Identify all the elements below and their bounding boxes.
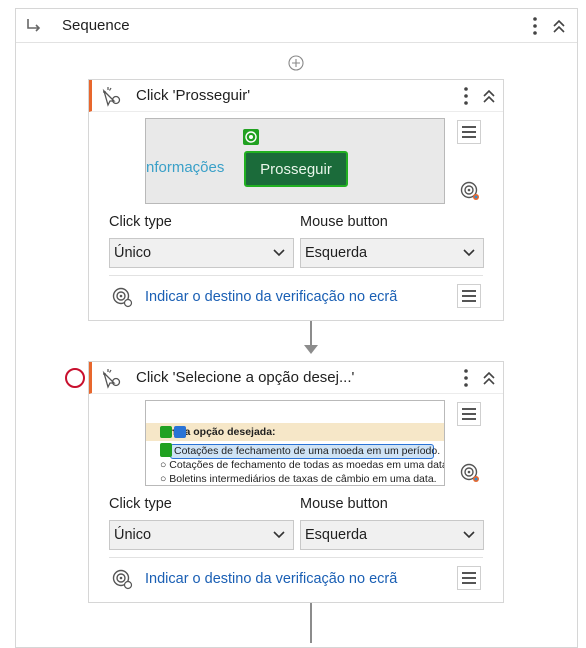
collapse-icon[interactable] (481, 87, 497, 105)
chevron-down-icon (273, 531, 285, 539)
click-type-label: Click type (109, 496, 172, 512)
indicate-target-icon[interactable] (111, 568, 133, 590)
target-badge-icon (243, 129, 259, 145)
connector-line (310, 603, 312, 643)
target-icon[interactable] (459, 462, 481, 484)
divider (109, 557, 483, 558)
activity-click-prosseguir[interactable]: Click 'Prosseguir' nformações Prosseguir… (88, 79, 504, 321)
indicate-target-link[interactable]: Indicar o destino da verificação no ecrã (145, 571, 397, 587)
target-screenshot-preview[interactable]: nformações Prosseguir (145, 118, 445, 204)
click-activity-icon (102, 86, 121, 107)
indicate-target-icon[interactable] (111, 286, 133, 308)
sequence-title: Sequence (62, 17, 130, 34)
target-screenshot-preview[interactable]: ione a opção desejada: Cotações de fecha… (145, 400, 445, 486)
connector-line (310, 321, 312, 347)
activity-title: Click 'Prosseguir' (136, 87, 251, 104)
preview-label-text: nformações (146, 159, 225, 176)
kebab-icon[interactable] (461, 367, 471, 389)
preview-heading: ione a opção desejada: (146, 423, 444, 441)
mouse-button-label: Mouse button (300, 496, 388, 512)
mouse-button-select[interactable]: Esquerda (300, 520, 484, 550)
preview-prosseguir-button: Prosseguir (244, 151, 348, 187)
divider (109, 275, 483, 276)
click-activity-icon (102, 368, 121, 389)
kebab-icon[interactable] (529, 15, 541, 37)
sequence-header: Sequence (16, 9, 577, 43)
click-type-select[interactable]: Único (109, 520, 294, 550)
activity-header: Click 'Selecione a opção desej...' (89, 362, 503, 394)
target-badge-icon (160, 443, 172, 457)
preview-option: ○ Boletins intermediários de taxas de câ… (160, 473, 437, 485)
mouse-button-value: Esquerda (305, 527, 368, 543)
add-icon[interactable] (288, 55, 304, 71)
chevron-down-icon (463, 531, 475, 539)
chevron-down-icon (273, 249, 285, 257)
collapse-icon[interactable] (481, 369, 497, 387)
chevron-down-icon (463, 249, 475, 257)
collapse-icon[interactable] (551, 17, 567, 35)
target-icon[interactable] (459, 180, 481, 202)
hamburger-icon[interactable] (457, 566, 481, 590)
click-type-value: Único (114, 245, 152, 261)
activity-click-selecione[interactable]: Click 'Selecione a opção desej...' ione … (88, 361, 504, 603)
hamburger-icon[interactable] (457, 120, 481, 144)
sequence-arrow-icon (27, 18, 41, 32)
kebab-icon[interactable] (461, 85, 471, 107)
activity-header: Click 'Prosseguir' (89, 80, 503, 112)
click-type-value: Único (114, 527, 152, 543)
sequence-container: Sequence Click 'Prosseguir' nformações P… (15, 8, 578, 648)
preview-option: Cotações de fechamento de uma moeda em u… (174, 445, 441, 457)
click-type-label: Click type (109, 214, 172, 230)
connector-arrow-icon (304, 345, 318, 354)
mouse-button-label: Mouse button (300, 214, 388, 230)
target-badge-icon (160, 426, 172, 438)
activity-title: Click 'Selecione a opção desej...' (136, 369, 355, 386)
mouse-button-value: Esquerda (305, 245, 368, 261)
hamburger-icon[interactable] (457, 284, 481, 308)
click-type-select[interactable]: Único (109, 238, 294, 268)
anchor-icon (174, 426, 186, 438)
mouse-button-select[interactable]: Esquerda (300, 238, 484, 268)
hamburger-icon[interactable] (457, 402, 481, 426)
preview-option: ○ Cotações de fechamento de todas as moe… (160, 459, 445, 471)
indicate-target-link[interactable]: Indicar o destino da verificação no ecrã (145, 289, 397, 305)
breakpoint-icon[interactable] (65, 368, 85, 388)
